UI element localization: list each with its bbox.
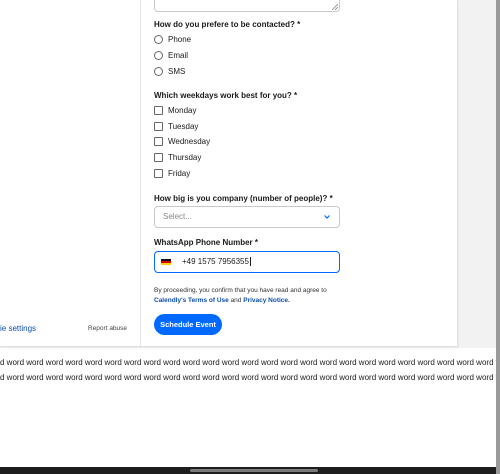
radio-button[interactable]: [154, 35, 163, 44]
weekday-option-wednesday[interactable]: Wednesday: [154, 137, 210, 146]
company-size-select[interactable]: Select...: [154, 206, 340, 228]
option-label: Wednesday: [168, 137, 211, 146]
terms-of-use-link[interactable]: Calendly's Terms of Use: [154, 297, 229, 304]
weekday-option-thursday[interactable]: Thursday: [154, 153, 201, 162]
option-label: SMS: [168, 67, 186, 76]
checkbox[interactable]: [154, 169, 163, 178]
contact-option-phone[interactable]: Phone: [154, 35, 191, 44]
filler-text-line: d word word word word word word word wor…: [0, 373, 496, 382]
option-label: Thursday: [168, 153, 202, 162]
consent-text: By proceeding, you confirm that you have…: [154, 286, 327, 306]
option-label: Phone: [168, 35, 192, 44]
option-label: Email: [168, 51, 189, 60]
consent-prefix: By proceeding, you confirm that you have…: [154, 287, 327, 294]
resize-handle-icon[interactable]: [332, 4, 338, 10]
checkbox[interactable]: [154, 137, 163, 146]
report-abuse-link[interactable]: Report abuse: [88, 325, 127, 332]
germany-flag-icon[interactable]: [161, 259, 171, 265]
phone-value: +49 1575 7956355: [182, 257, 249, 266]
scrollbar-thumb[interactable]: [190, 469, 318, 472]
option-label: Tuesday: [168, 122, 199, 131]
whatsapp-phone-input[interactable]: +49 1575 7956355: [154, 251, 340, 273]
checkbox[interactable]: [154, 153, 163, 162]
privacy-notice-link[interactable]: Privacy Notice.: [243, 297, 290, 304]
schedule-event-button[interactable]: Schedule Event: [154, 314, 222, 335]
consent-and: and: [228, 297, 244, 304]
chevron-down-icon: [324, 215, 330, 219]
cookie-settings-link[interactable]: ie settings: [0, 324, 36, 333]
previous-textarea[interactable]: [154, 0, 340, 12]
weekday-option-tuesday[interactable]: Tuesday: [154, 122, 198, 131]
contact-method-question: How do you prefere to be contacted? *: [154, 20, 301, 29]
checkbox[interactable]: [154, 122, 163, 131]
checkbox[interactable]: [154, 106, 163, 115]
card-divider: [140, 0, 141, 347]
weekday-option-friday[interactable]: Friday: [154, 169, 190, 178]
radio-button[interactable]: [154, 51, 163, 60]
weekdays-question: Which weekdays work best for you? *: [154, 91, 298, 100]
company-size-question: How big is you company (number of people…: [154, 194, 333, 203]
horizontal-scrollbar[interactable]: [0, 467, 496, 474]
select-placeholder: Select...: [163, 212, 192, 221]
text-caret: [249, 257, 251, 267]
whatsapp-label: WhatsApp Phone Number *: [154, 238, 259, 247]
option-label: Monday: [168, 106, 197, 115]
weekday-option-monday[interactable]: Monday: [154, 106, 196, 115]
vertical-scrollbar[interactable]: [496, 0, 500, 474]
filler-text-line: d word word word word word word word wor…: [0, 358, 496, 367]
radio-button[interactable]: [154, 67, 163, 76]
booking-card: How do you prefere to be contacted? * Ph…: [0, 0, 458, 347]
contact-option-email[interactable]: Email: [154, 51, 188, 60]
option-label: Friday: [168, 169, 191, 178]
contact-option-sms[interactable]: SMS: [154, 67, 185, 76]
